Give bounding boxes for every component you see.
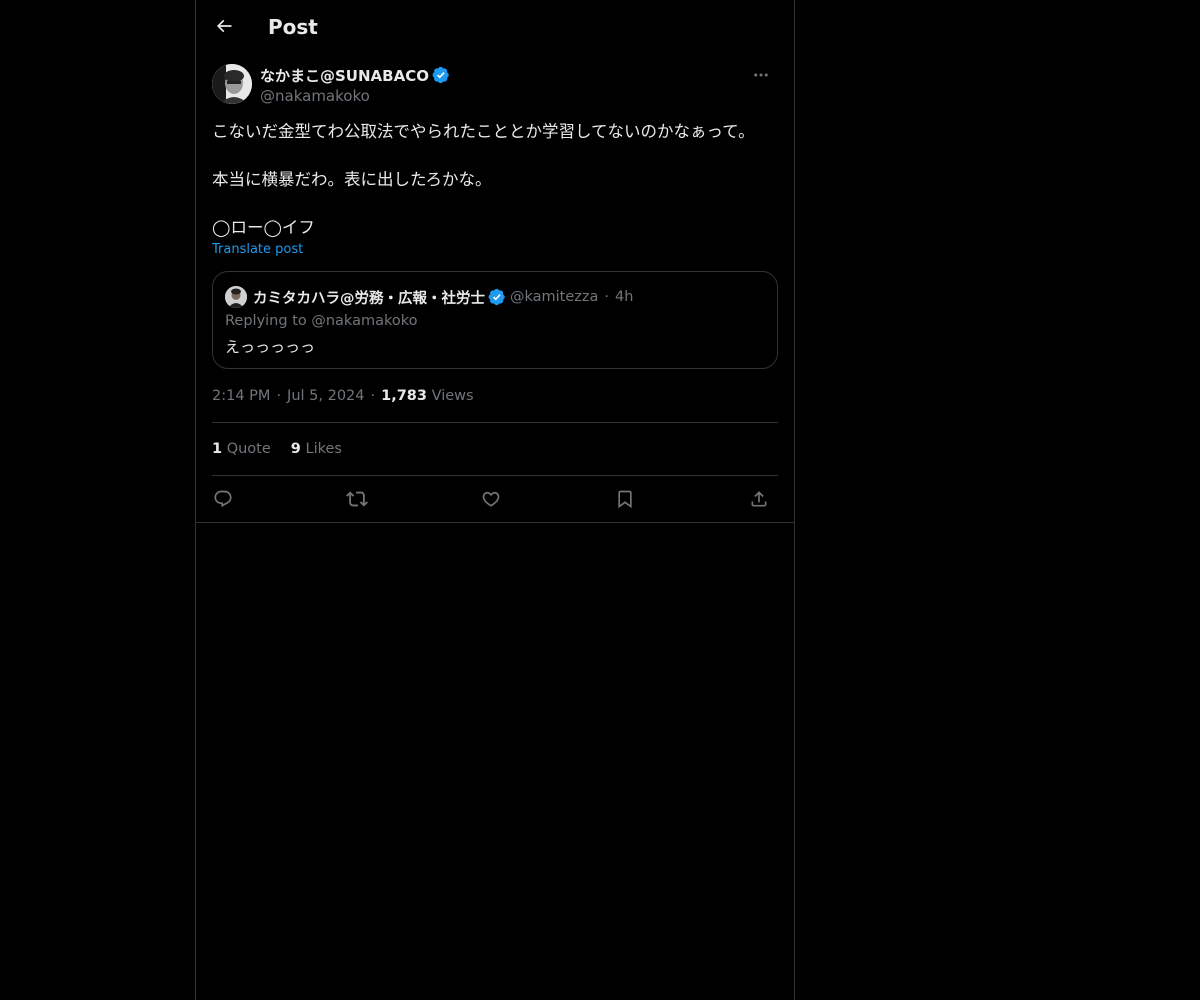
share-button[interactable]: [744, 484, 774, 514]
reply-icon: [213, 489, 233, 509]
post-author: なかまこ@SUNABACO @nakamakoko: [212, 64, 778, 108]
post-column: Post なかまこ@SUNABACO @nakamakoko こないだ金型てわ公…: [195, 0, 795, 1000]
like-icon: [481, 489, 501, 509]
views-label: Views: [431, 388, 474, 404]
avatar[interactable]: [212, 64, 252, 104]
bookmark-button[interactable]: [610, 484, 640, 514]
meta-separator: ·: [276, 388, 282, 404]
divider: [212, 422, 778, 423]
action-bar: [212, 484, 778, 514]
back-button[interactable]: [208, 10, 240, 42]
repost-button[interactable]: [342, 484, 372, 514]
likes-label: Likes: [305, 441, 342, 457]
quote-avatar: [225, 286, 247, 308]
page-header: Post: [196, 0, 794, 54]
post-text-line: 本当に横暴だわ。表に出したろかな。: [212, 170, 492, 189]
translate-post-link[interactable]: Translate post: [212, 242, 303, 257]
verified-badge-icon: [432, 66, 450, 84]
like-button[interactable]: [476, 484, 506, 514]
post-bottom-border: [196, 522, 794, 523]
quote-replying-to: Replying to @nakamakoko: [225, 313, 418, 329]
verified-badge-icon: [488, 288, 506, 306]
quote-text: えっっっっっ: [225, 338, 316, 356]
divider: [212, 475, 778, 476]
quotes-label: Quote: [226, 441, 271, 457]
post-stats: 1 Quote 9 Likes: [212, 439, 362, 459]
post-date[interactable]: Jul 5, 2024: [287, 388, 364, 404]
meta-separator: ·: [370, 388, 376, 404]
likes-count: 9: [290, 441, 301, 457]
post-text-line: こないだ金型てわ公取法でやられたこととか学習してないのかなぁって。: [212, 122, 755, 141]
quote-display-name: カミタカハラ@労務・広報・社労士: [253, 290, 485, 307]
quoted-post-card[interactable]: カミタカハラ@労務・広報・社労士 @kamitezza · 4h Replyin…: [212, 271, 778, 369]
quotes-stat[interactable]: 1 Quote: [212, 439, 271, 459]
post-text: こないだ金型てわ公取法でやられたこととか学習してないのかなぁって。 本当に横暴だ…: [212, 120, 778, 240]
quote-timestamp: 4h: [615, 289, 634, 305]
more-icon: [752, 66, 770, 84]
page-title: Post: [268, 15, 318, 39]
more-options-button[interactable]: [744, 64, 778, 86]
quotes-count: 1: [212, 441, 223, 457]
post-time[interactable]: 2:14 PM: [212, 388, 270, 404]
arrow-left-icon: [214, 16, 234, 36]
reply-button[interactable]: [208, 484, 238, 514]
quote-handle: @kamitezza: [510, 289, 599, 305]
post-meta: 2:14 PM · Jul 5, 2024 · 1,783 Views: [212, 386, 474, 406]
likes-stat[interactable]: 9 Likes: [291, 439, 342, 459]
quote-separator: ·: [604, 289, 610, 305]
post-text-line: ◯ロー◯イフ: [212, 218, 315, 237]
share-icon: [749, 489, 769, 509]
bookmark-icon: [615, 489, 635, 509]
author-handle[interactable]: @nakamakoko: [260, 86, 450, 106]
repost-icon: [346, 488, 368, 510]
views-count: 1,783: [381, 388, 427, 404]
author-display-name[interactable]: なかまこ@SUNABACO: [260, 65, 429, 86]
